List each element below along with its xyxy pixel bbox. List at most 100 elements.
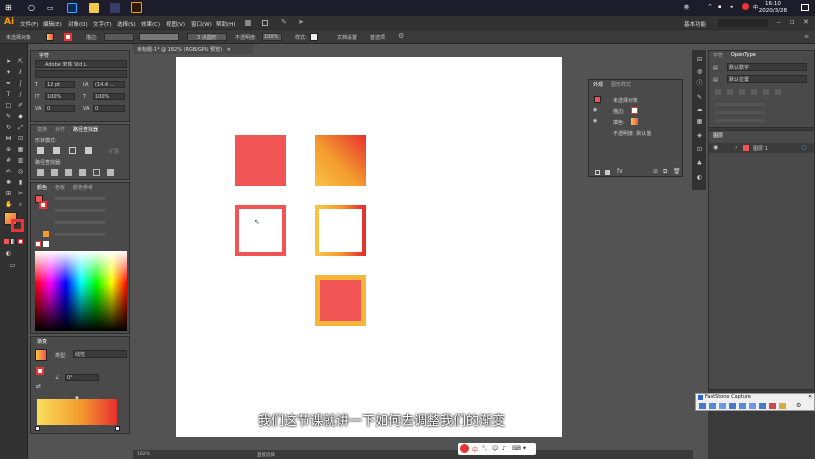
- search-help-field[interactable]: [718, 19, 768, 27]
- width-tool-icon[interactable]: ⋈: [5, 135, 12, 142]
- opentype-option-3[interactable]: [715, 119, 765, 122]
- appearance-opacity-label[interactable]: 不透明度: 默认值: [613, 130, 651, 137]
- capture-scrolling-icon[interactable]: [749, 403, 756, 409]
- magic-wand-tool-icon[interactable]: ✦: [5, 69, 12, 76]
- gradient-tool-icon[interactable]: ▥: [17, 157, 24, 164]
- minimize-icon[interactable]: –: [777, 18, 781, 26]
- none-color-chip[interactable]: [35, 241, 41, 247]
- gradient-slider[interactable]: [37, 399, 117, 425]
- ligatures-icon[interactable]: [715, 89, 721, 95]
- appearance-stroke-swatch[interactable]: [631, 107, 638, 114]
- tab-pathfinder[interactable]: 路径查找器: [73, 126, 98, 133]
- color-slider-4[interactable]: [55, 233, 105, 236]
- grid-layout-icon[interactable]: [262, 20, 268, 26]
- gradient-midpoint[interactable]: ◆: [75, 395, 79, 401]
- symbol-sprayer-tool-icon[interactable]: ✺: [5, 179, 12, 186]
- clock[interactable]: 16:10 2020/3/28: [759, 1, 787, 15]
- minus-back-icon[interactable]: [107, 169, 114, 176]
- selection-tool-icon[interactable]: ➤: [5, 58, 12, 65]
- gradient-stroke-swatch[interactable]: [36, 367, 44, 375]
- tab-graphic-styles[interactable]: 图形样式: [611, 81, 631, 88]
- appearance-fill-label[interactable]: 填色:: [613, 119, 625, 126]
- outline-icon[interactable]: [93, 169, 100, 176]
- shape-builder-tool-icon[interactable]: ⊕: [5, 146, 12, 153]
- reverse-gradient-icon[interactable]: ⇄: [36, 383, 41, 390]
- capture-freehand-icon[interactable]: [739, 403, 746, 409]
- trim-icon[interactable]: [51, 169, 58, 176]
- capture-window-icon[interactable]: [709, 403, 716, 409]
- expand-button[interactable]: 扩展: [109, 148, 119, 155]
- photoshop-taskbar-icon[interactable]: [67, 3, 77, 13]
- tab-appearance[interactable]: 外观: [593, 81, 603, 88]
- menu-type[interactable]: 文字(T): [93, 20, 112, 28]
- ime-keyboard-icon[interactable]: ⌨: [512, 445, 521, 452]
- menu-help[interactable]: 帮助(H): [216, 20, 235, 28]
- stylistic-icon[interactable]: [739, 89, 745, 95]
- color-slider-2[interactable]: [55, 209, 105, 212]
- app-taskbar-icon[interactable]: [110, 3, 120, 13]
- gradient-stroke-square[interactable]: [315, 205, 366, 256]
- ime-skin-icon[interactable]: ✦: [522, 445, 527, 452]
- network-icon[interactable]: ▪: [718, 4, 721, 10]
- red-stroke-square[interactable]: [235, 205, 286, 256]
- tab-color-guide[interactable]: 颜色参考: [73, 184, 93, 191]
- mesh-tool-icon[interactable]: #: [5, 157, 12, 164]
- illustrator-taskbar-icon[interactable]: [131, 2, 142, 13]
- search-icon[interactable]: ○: [28, 3, 38, 13]
- opentype-option-1[interactable]: [715, 103, 765, 106]
- task-view-icon[interactable]: ▭: [47, 3, 57, 13]
- duplicate-item-icon[interactable]: ⧉: [663, 168, 667, 176]
- minus-front-icon[interactable]: [53, 147, 60, 154]
- unite-icon[interactable]: [37, 147, 44, 154]
- gradient-fill-square[interactable]: [315, 135, 366, 186]
- rotate-tool-icon[interactable]: ↻: [5, 124, 12, 131]
- capture-active-window-icon[interactable]: [699, 403, 706, 409]
- layer-target-icon[interactable]: ○: [801, 144, 806, 151]
- tray-chevron-icon[interactable]: ^: [708, 4, 712, 10]
- gradient-stop-right[interactable]: [115, 426, 120, 431]
- layers-panel-icon[interactable]: ◈: [696, 132, 703, 139]
- windows-start-icon[interactable]: ⊞: [5, 3, 15, 13]
- menu-view[interactable]: 视图(V): [166, 20, 185, 28]
- eyedropper-tool-icon[interactable]: ✍: [5, 168, 12, 175]
- preferences-button[interactable]: 首选项: [370, 34, 385, 41]
- menu-edit[interactable]: 编辑(E): [43, 20, 62, 28]
- layer-name[interactable]: 图层 1: [753, 145, 768, 152]
- font-style-field[interactable]: [35, 70, 127, 78]
- tab-swatches[interactable]: 色板: [55, 184, 65, 191]
- menu-object[interactable]: 对象(O): [68, 20, 88, 28]
- fractions-icon[interactable]: [775, 89, 781, 95]
- libraries-panel-icon[interactable]: ☁: [696, 106, 703, 113]
- delete-item-icon[interactable]: 🗑: [673, 168, 681, 175]
- output-icon[interactable]: [779, 403, 786, 409]
- ime-chinese-icon[interactable]: 中: [753, 4, 758, 11]
- file-explorer-taskbar-icon[interactable]: [89, 3, 99, 13]
- line-tool-icon[interactable]: /: [17, 91, 24, 98]
- blend-tool-icon[interactable]: ◎: [17, 168, 24, 175]
- tab-opentype[interactable]: OpenType: [731, 52, 756, 58]
- swash-icon[interactable]: [727, 89, 733, 95]
- gradient-thumbnail[interactable]: [35, 349, 47, 361]
- tab-transform[interactable]: 变换: [37, 126, 47, 133]
- close-icon[interactable]: ✕: [803, 18, 809, 26]
- volume-icon[interactable]: ◂: [730, 4, 733, 10]
- lasso-tool-icon[interactable]: ℓ: [17, 69, 24, 76]
- zoom-field[interactable]: 182%: [137, 452, 150, 457]
- add-fill-icon[interactable]: [605, 170, 610, 175]
- tab-align[interactable]: 对齐: [55, 126, 65, 133]
- color-panel-stroke-swatch[interactable]: [39, 201, 47, 209]
- fill-swatch[interactable]: [46, 33, 54, 41]
- ime-emoji-icon[interactable]: ☺: [492, 445, 498, 452]
- crop-icon[interactable]: [79, 169, 86, 176]
- curvature-tool-icon[interactable]: ∫: [17, 80, 24, 87]
- screen-mode-icon[interactable]: ▭: [9, 262, 16, 269]
- titling-icon[interactable]: [751, 89, 757, 95]
- workspace-switcher[interactable]: 基本功能: [684, 20, 706, 28]
- layer-visibility-icon[interactable]: ◉: [713, 144, 718, 151]
- scale-tool-icon[interactable]: ⤢: [17, 124, 24, 131]
- color-spectrum[interactable]: [35, 251, 127, 331]
- fill-visibility-icon[interactable]: ◉: [593, 118, 597, 124]
- tab-character-right[interactable]: 字符: [713, 52, 723, 59]
- maximize-icon[interactable]: ▫: [790, 18, 795, 26]
- eraser-tool-icon[interactable]: ◆: [17, 113, 24, 120]
